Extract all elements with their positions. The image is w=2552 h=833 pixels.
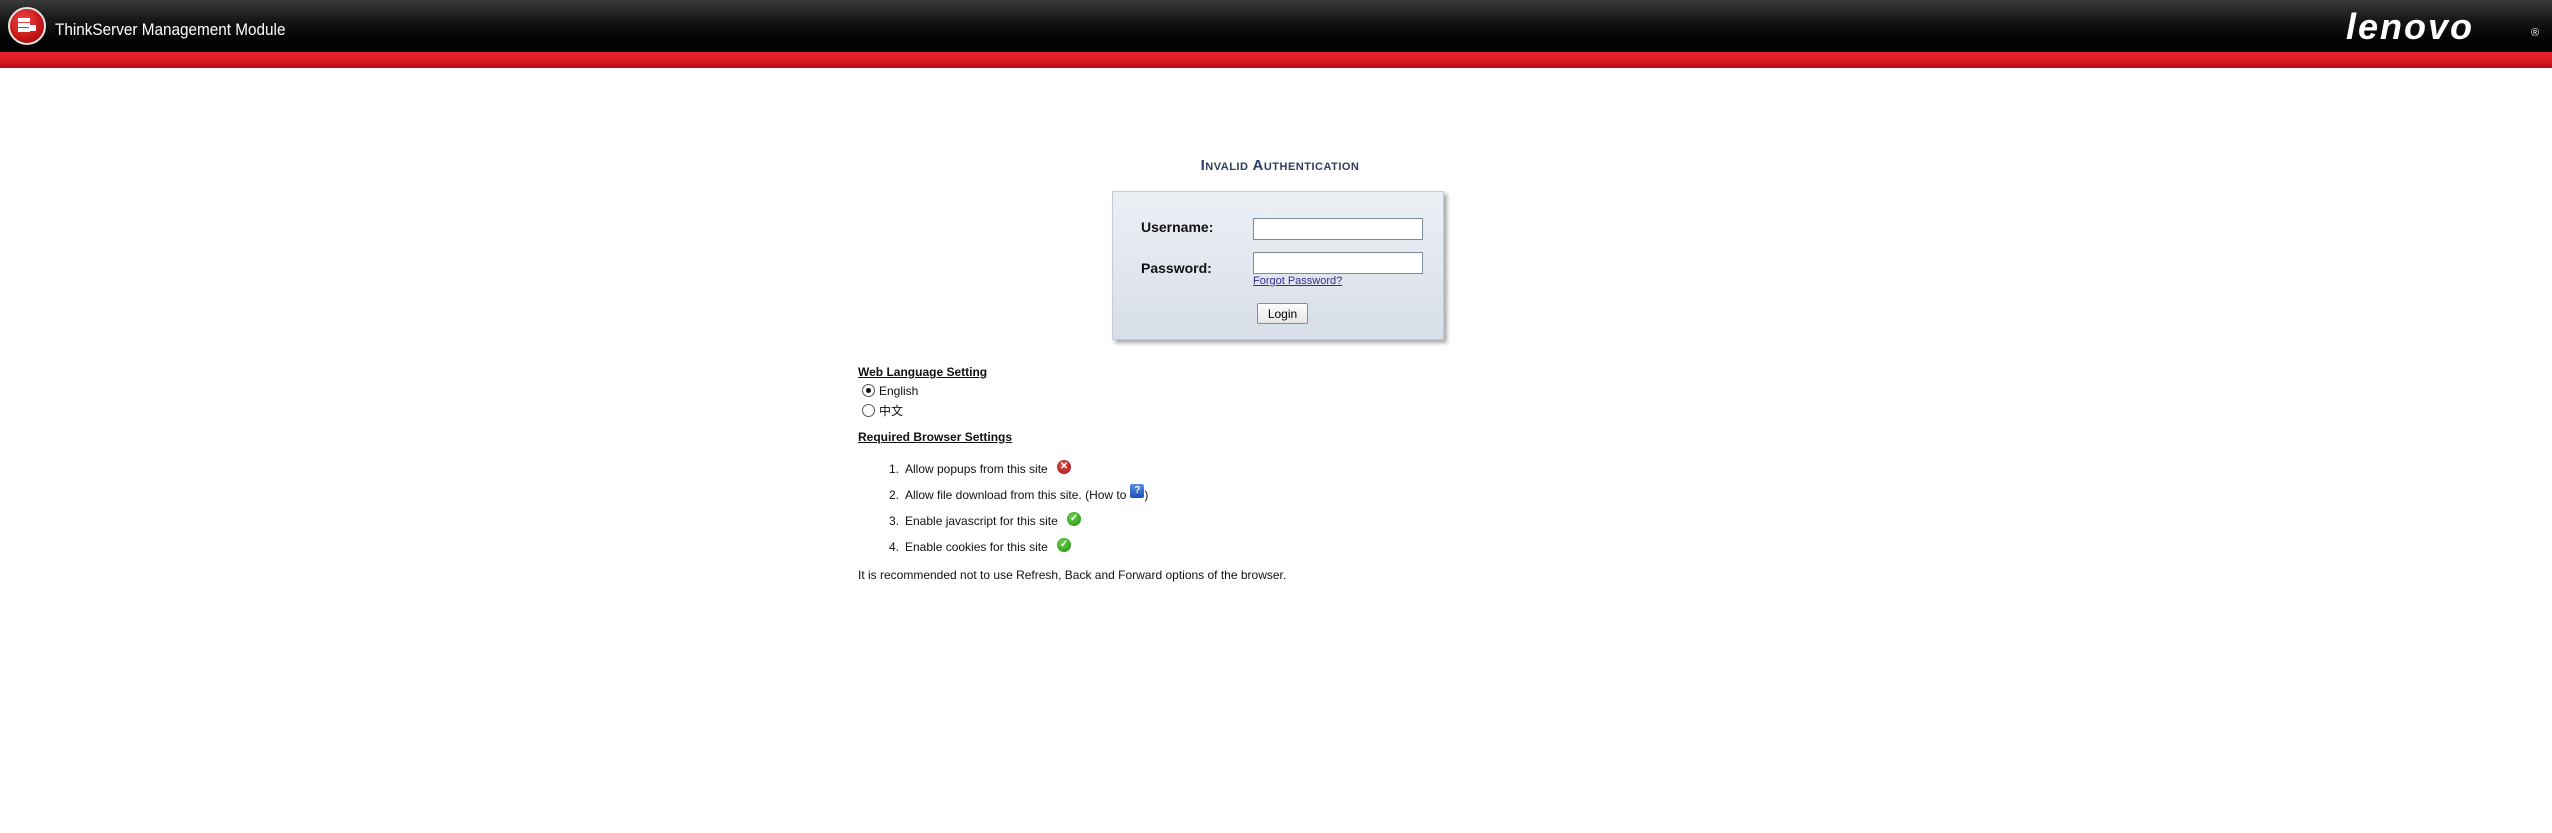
item-text: Enable cookies for this site	[905, 540, 1048, 554]
app-title: ThinkServer Management Module	[55, 20, 286, 39]
password-input[interactable]	[1253, 252, 1423, 274]
item-number: 2.	[888, 488, 899, 502]
error-icon: ✕	[1057, 460, 1072, 474]
list-item: 2. Allow file download from this site. (…	[858, 484, 1458, 510]
language-option-chinese[interactable]: 中文	[858, 402, 1458, 421]
browser-note: It is recommended not to use Refresh, Ba…	[858, 568, 1287, 582]
header-bar: ThinkServer Management Module lenovo ®	[0, 0, 2552, 52]
list-item: 3. Enable javascript for this site ✓	[858, 510, 1458, 536]
browser-settings-heading: Required Browser Settings	[858, 430, 1013, 444]
list-item: 1. Allow popups from this site ✕	[858, 458, 1458, 484]
thinkserver-logo-icon	[8, 7, 46, 45]
item-number: 1.	[888, 462, 899, 476]
ok-icon: ✓	[1057, 538, 1072, 552]
ok-icon: ✓	[1067, 512, 1082, 526]
settings-section: Web Language Setting English 中文 Required…	[858, 365, 1458, 582]
language-option-english[interactable]: English	[858, 383, 1458, 402]
language-option-label: English	[879, 383, 919, 398]
language-option-label: 中文	[879, 404, 904, 418]
list-item: 4. Enable cookies for this site ✓	[858, 536, 1458, 562]
registered-mark: ®	[2531, 27, 2540, 39]
item-number: 3.	[888, 514, 899, 528]
item-suffix: )	[1144, 488, 1149, 502]
forgot-password-link[interactable]: Forgot Password?	[1253, 275, 1342, 287]
item-text: Enable javascript for this site	[905, 514, 1058, 528]
item-text: Allow popups from this site	[905, 462, 1048, 476]
item-number: 4.	[888, 540, 899, 554]
radio-english[interactable]	[862, 384, 875, 398]
language-heading: Web Language Setting	[858, 365, 988, 379]
login-button[interactable]: Login	[1257, 303, 1308, 324]
item-text: Allow file download from this site. (How…	[905, 488, 1127, 502]
help-icon[interactable]: ?	[1130, 484, 1145, 498]
browser-settings-list: 1. Allow popups from this site ✕ 2. Allo…	[858, 458, 1458, 562]
lenovo-logo: lenovo	[2346, 6, 2475, 47]
username-label: Username:	[1141, 219, 1214, 235]
auth-title: Invalid Authentication	[1200, 157, 1360, 174]
password-label: Password:	[1141, 260, 1212, 276]
username-input[interactable]	[1253, 218, 1423, 240]
accent-red-bar	[0, 52, 2552, 68]
login-panel: Username: Password: Forgot Password? Log…	[1112, 191, 1444, 340]
radio-chinese[interactable]	[862, 404, 875, 417]
